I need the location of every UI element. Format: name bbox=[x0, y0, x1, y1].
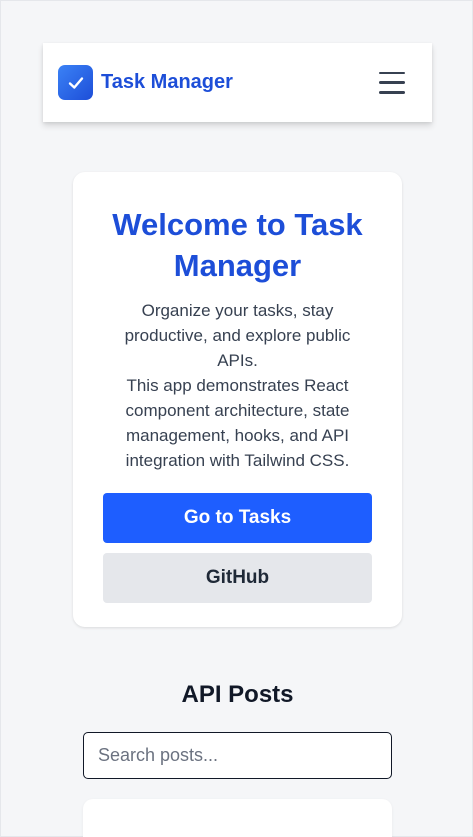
search-posts-input[interactable] bbox=[83, 732, 392, 779]
github-button[interactable]: GitHub bbox=[103, 553, 372, 603]
navbar: Task Manager bbox=[43, 43, 432, 122]
welcome-description-2: This app demonstrates React component ar… bbox=[125, 376, 350, 470]
post-card bbox=[83, 799, 392, 837]
brand[interactable]: Task Manager bbox=[58, 65, 233, 100]
welcome-card: Welcome to Task Manager Organize your ta… bbox=[73, 172, 402, 627]
hamburger-menu-icon[interactable] bbox=[379, 71, 405, 94]
go-to-tasks-button[interactable]: Go to Tasks bbox=[103, 493, 372, 543]
welcome-heading: Welcome to Task Manager bbox=[112, 207, 363, 283]
check-icon bbox=[58, 65, 93, 100]
app-title: Task Manager bbox=[101, 71, 233, 93]
api-posts-title: API Posts bbox=[181, 681, 294, 708]
welcome-description-1: Organize your tasks, stay productive, an… bbox=[124, 301, 351, 370]
